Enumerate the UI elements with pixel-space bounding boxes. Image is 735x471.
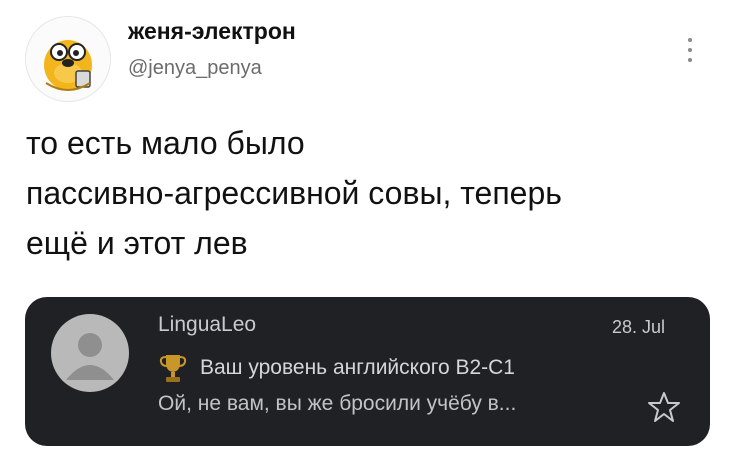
tweet-text-line: ещё и этот лев [26, 225, 248, 261]
default-person-avatar-icon [51, 314, 129, 392]
tweet-text-line: то есть мало было [26, 125, 305, 161]
display-name[interactable]: женя-электрон [128, 18, 296, 45]
cartoon-dog-avatar-icon [44, 40, 92, 91]
profile-avatar[interactable] [25, 16, 111, 102]
more-options-icon[interactable] [683, 38, 697, 62]
email-subject-row: Ваш уровень английского B2-C1 [158, 352, 515, 384]
email-snippet: Ой, не вам, вы же бросили учёбу в... [158, 392, 517, 415]
user-handle[interactable]: @jenya_penya [128, 57, 296, 80]
email-subject: Ваш уровень английского B2-C1 [200, 356, 515, 379]
email-date: 28. Jul [612, 317, 666, 337]
star-outline-icon[interactable] [647, 390, 681, 424]
trophy-icon [159, 355, 187, 382]
tweet-text-line: пассивно-агрессивной совы, теперь [26, 175, 562, 211]
tweet-text: то есть мало было пассивно-агрессивной с… [26, 118, 706, 268]
email-sender: LinguaLeo [158, 313, 257, 336]
tweet-author: женя-электрон @jenya_penya [128, 18, 296, 80]
